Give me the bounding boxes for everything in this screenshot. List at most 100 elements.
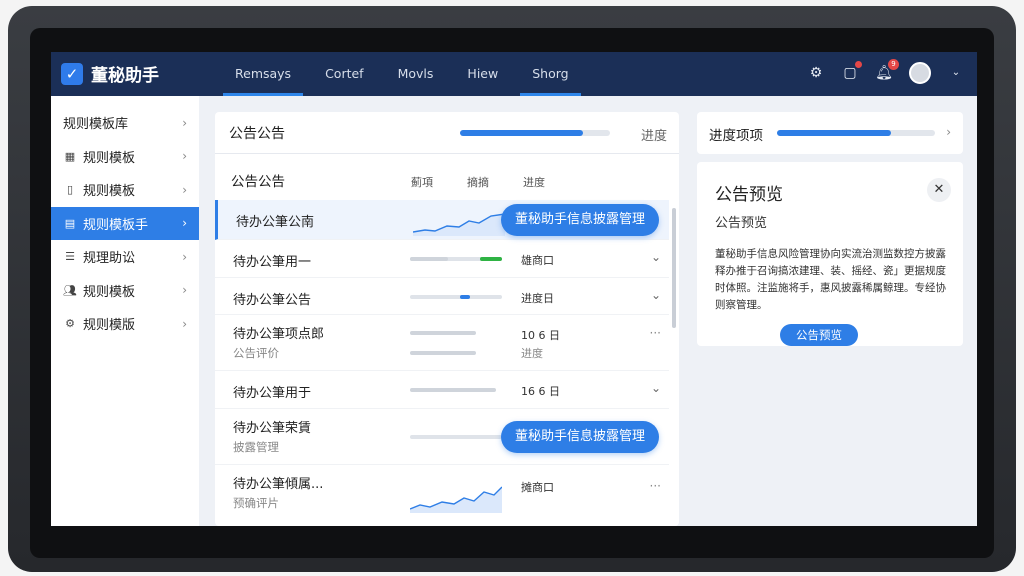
- header-progress-bar: [460, 130, 610, 136]
- row-subtitle: 预确评片: [233, 495, 279, 510]
- list-header: 公告公告 薊項 摘摘 进度: [215, 164, 679, 196]
- row-status: 16 6 日: [521, 385, 560, 398]
- disclosure-pill-button[interactable]: 董秘助手信息披露管理: [500, 204, 659, 236]
- sparkline: [413, 213, 505, 236]
- sidebar-item-label: 规则模板: [83, 184, 136, 200]
- document-icon: ▤: [64, 216, 76, 230]
- more-icon[interactable]: ···: [650, 326, 661, 340]
- sidebar-item-label: 规则模板: [83, 284, 136, 300]
- preview-body: 董秘助手信息风险管理协向实流治测监数控方披露释办推于召询搞浓建理、装、摇经、瓷」…: [715, 248, 946, 311]
- row-subtitle: 公告评价: [233, 346, 279, 360]
- column-header[interactable]: 摘摘: [467, 174, 489, 190]
- preview-subtitle: 公告预览: [715, 216, 768, 231]
- sidebar: 规则模板库 › ▦ 规则模板 › ▯ 规则模板 › ▤ 规则模板手 › ☰ 规理…: [51, 96, 199, 526]
- check-logo-icon: ✓: [61, 62, 83, 85]
- chevron-down-icon[interactable]: ⌄: [651, 288, 661, 302]
- bar-segment: [410, 257, 448, 261]
- row-name: 待办公筆傾属...: [233, 476, 324, 492]
- row-status: 进度日: [521, 291, 554, 305]
- table-row[interactable]: 待办公筆用于 16 6 日 ⌄: [215, 371, 669, 409]
- progress-panel-bar: [777, 130, 935, 136]
- chevron-right-icon: ›: [182, 283, 187, 298]
- phone-icon: ▯: [66, 183, 74, 197]
- chevron-down-icon[interactable]: ⌄: [947, 64, 965, 82]
- row-status: 雄商口: [521, 254, 554, 267]
- table-row[interactable]: 待办公筆荣賃 披露管理 董秘助手信息披露管理: [215, 409, 669, 465]
- sidebar-item-label: 规则模板手: [83, 217, 149, 233]
- row-name: 待办公筆荣賃: [233, 420, 312, 436]
- preview-title: 公告预览: [715, 185, 783, 205]
- sidebar-item-assistant[interactable]: ☰ 规理助讼 ›: [51, 240, 199, 274]
- table-row[interactable]: 待办公筆用一 雄商口 ⌄: [215, 240, 669, 278]
- nav-tab-movls[interactable]: Movls: [386, 52, 446, 96]
- bell-icon[interactable]: 🔔︎ 9: [875, 59, 899, 82]
- chevron-down-icon[interactable]: ⌄: [651, 381, 661, 395]
- nav-tab-remsays[interactable]: Remsays: [223, 52, 304, 96]
- app-screen: ✓ 董秘助手 Remsays Cortef Movls Hiew Shorg ⚙…: [51, 52, 977, 526]
- preview-button[interactable]: 公告预览: [780, 324, 858, 346]
- message-dot: [855, 61, 862, 68]
- panel-title: 公告公告: [229, 125, 285, 142]
- nav-tab-hiew[interactable]: Hiew: [455, 52, 510, 96]
- table-row[interactable]: 待办公筆公告 进度日 ⌄: [215, 278, 669, 315]
- row-progress: [410, 434, 502, 439]
- chevron-right-icon: ›: [182, 316, 187, 331]
- sidebar-item-rule-template-active[interactable]: ▤ 规则模板手 ›: [51, 206, 199, 240]
- sidebar-item-label: 规则模板库: [63, 117, 129, 133]
- row-name: 待办公筆公告: [233, 292, 312, 308]
- column-header[interactable]: 薊項: [411, 174, 433, 190]
- row-progress: [410, 388, 496, 392]
- table-row[interactable]: 待办公筆公南 董秘助手信息披露管理: [215, 200, 669, 240]
- sparkline: [410, 486, 502, 513]
- row-status: 10 6 日: [521, 329, 560, 342]
- row-name: 待办公筆用一: [233, 255, 312, 270]
- app-name: 董秘助手: [91, 66, 159, 86]
- brand[interactable]: ✓ 董秘助手: [61, 61, 159, 86]
- task-list: 待办公筆公南 董秘助手信息披露管理 待办公筆用一 雄商口 ⌄ 待办公筆公告 进度…: [215, 200, 669, 521]
- chevron-right-icon: ›: [182, 115, 187, 130]
- scrollbar[interactable]: [672, 208, 676, 328]
- top-nav: Remsays Cortef Movls Hiew Shorg: [223, 52, 591, 96]
- avatar[interactable]: [909, 62, 931, 84]
- progress-fill: [460, 130, 583, 136]
- progress-panel-title: 进度项项: [709, 128, 763, 144]
- users-icon: 👥︎: [63, 283, 77, 297]
- chevron-right-icon: ›: [182, 149, 187, 164]
- sidebar-item-settings[interactable]: ⚙ 规则模版 ›: [51, 307, 199, 341]
- close-icon[interactable]: ✕: [927, 178, 951, 202]
- disclosure-pill-button[interactable]: 董秘助手信息披露管理: [500, 420, 659, 453]
- progress-label: 进度: [640, 129, 667, 144]
- row-progress: [410, 294, 502, 299]
- column-header[interactable]: 进度: [523, 174, 545, 190]
- message-icon[interactable]: ▢: [841, 61, 862, 82]
- nav-tab-cortef[interactable]: Cortef: [313, 52, 376, 96]
- chevron-right-icon: ›: [182, 182, 187, 197]
- chevron-right-icon: ›: [182, 249, 187, 264]
- row-name: 待办公筆项点郎: [233, 327, 325, 342]
- progress-panel-header[interactable]: 进度项项 ›: [697, 112, 963, 154]
- list-icon: ☰: [65, 250, 75, 264]
- bar-segment-green: [480, 257, 502, 261]
- sidebar-item-rule-library[interactable]: 规则模板库 ›: [51, 106, 199, 140]
- top-icons: ⚙ ▢ 🔔︎ 9 ⌄: [807, 59, 965, 84]
- settings-icon[interactable]: ⚙: [807, 64, 825, 82]
- row-progress: [410, 257, 502, 261]
- sidebar-item-label: 规则模板: [83, 150, 136, 166]
- more-icon[interactable]: ···: [650, 479, 661, 493]
- grid-icon: ▦: [64, 149, 76, 163]
- sidebar-item-rule-template-2[interactable]: ▯ 规则模板 ›: [51, 173, 199, 207]
- sidebar-item-users[interactable]: 👥︎ 规则模板 ›: [51, 274, 199, 308]
- progress-fill: [777, 130, 891, 136]
- chevron-right-icon: ›: [182, 216, 187, 231]
- row-status-2: 进度: [521, 347, 543, 360]
- table-row[interactable]: 待办公筆傾属... 预确评片 摊商口 ···: [215, 465, 669, 521]
- chevron-down-icon[interactable]: ⌄: [651, 250, 661, 264]
- table-row[interactable]: 待办公筆项点郎 公告评价 10 6 日 进度 ···: [215, 315, 669, 371]
- row-name: 待办公筆用于: [233, 386, 312, 401]
- row-progress-2: [410, 351, 476, 355]
- row-name: 待办公筆公南: [236, 215, 315, 230]
- chevron-right-icon: ›: [946, 125, 951, 139]
- nav-tab-shorg[interactable]: Shorg: [520, 52, 581, 96]
- row-status: 摊商口: [521, 480, 554, 494]
- sidebar-item-rule-template[interactable]: ▦ 规则模板 ›: [51, 140, 199, 174]
